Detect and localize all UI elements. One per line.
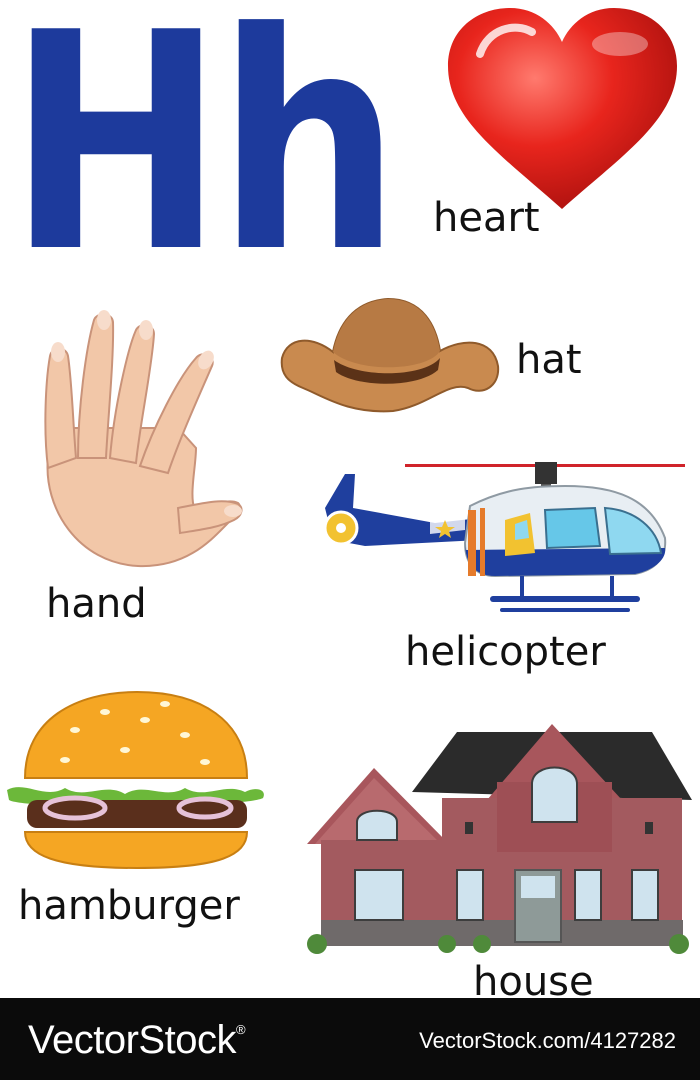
heart-label: heart	[433, 195, 540, 241]
helicopter-label: helicopter	[405, 629, 606, 675]
footer-bar: VectorStock® VectorStock.com/4127282	[0, 998, 700, 1080]
helicopter-icon	[323, 462, 685, 612]
letter-title: Hh	[8, 0, 401, 318]
brand-name: VectorStock	[28, 1018, 236, 1062]
house-label: house	[473, 959, 594, 1005]
hand-label: hand	[46, 581, 147, 627]
hand-icon	[44, 310, 243, 568]
heart-icon	[448, 8, 677, 209]
brand-logo: VectorStock®	[28, 1018, 246, 1063]
hat-label: hat	[516, 337, 582, 383]
image-id: VectorStock.com/4127282	[419, 1028, 676, 1053]
hamburger-icon	[7, 690, 264, 870]
house-icon	[307, 724, 692, 954]
hamburger-label: hamburger	[18, 883, 240, 929]
trademark-symbol: ®	[235, 1022, 246, 1037]
hat-icon	[280, 297, 500, 413]
